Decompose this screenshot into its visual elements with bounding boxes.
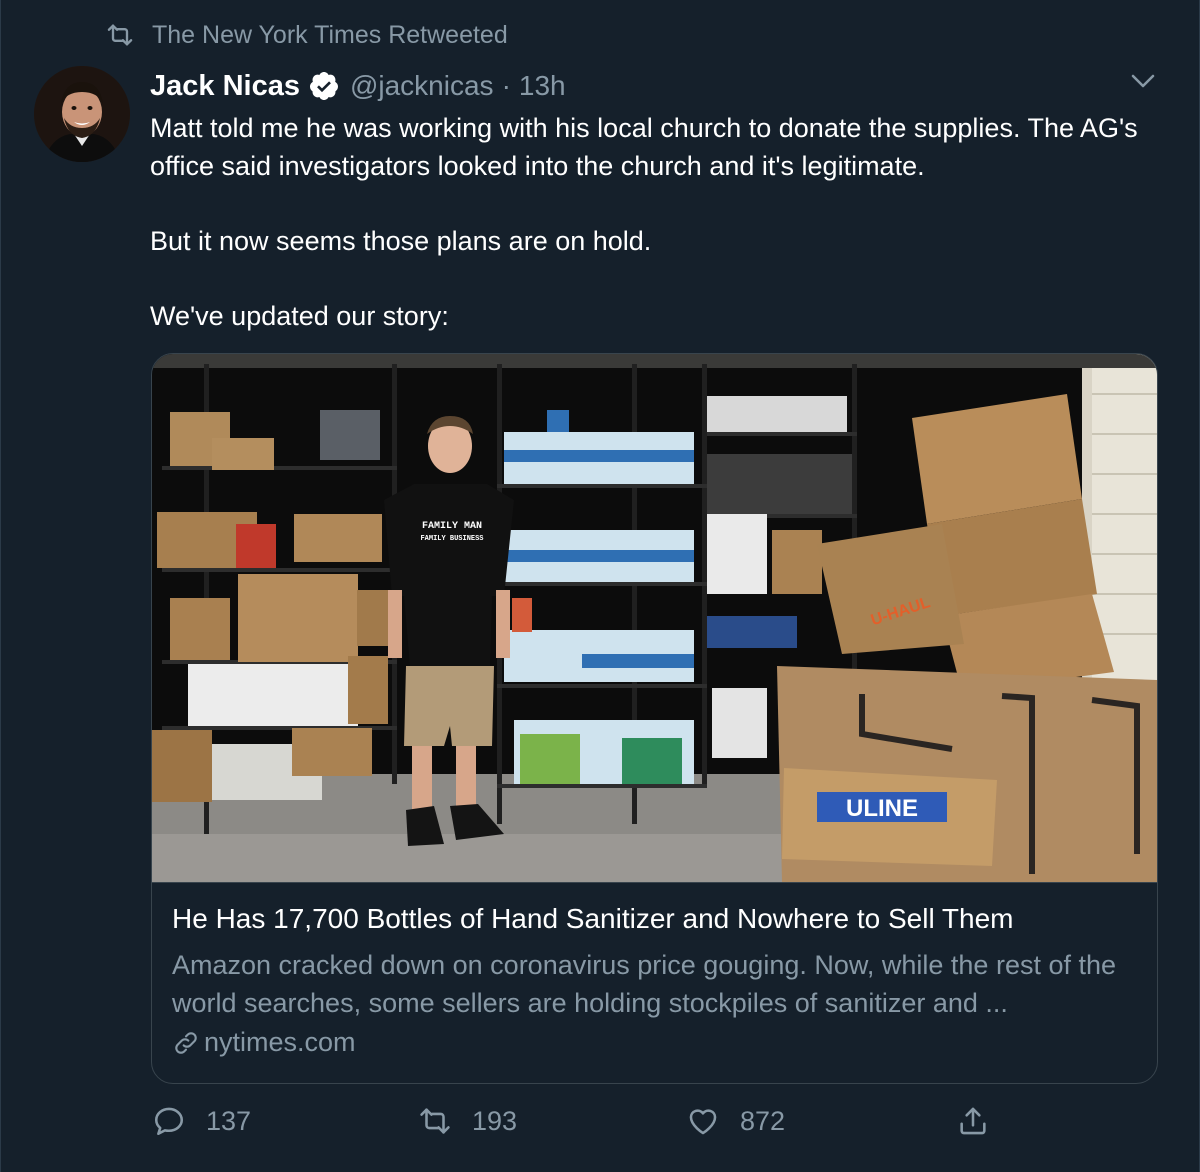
tweet-paragraph: Matt told me he was working with his loc… <box>150 113 1138 181</box>
chevron-down-icon[interactable] <box>1128 66 1158 96</box>
avatar-image <box>34 66 130 162</box>
uline-label: ULINE <box>846 795 918 822</box>
author-handle[interactable]: @jacknicas <box>350 70 494 102</box>
shirt-text-line2: FAMILY BUSINESS <box>420 535 483 543</box>
tweet-text: Matt told me he was working with his loc… <box>150 109 1160 335</box>
like-count: 872 <box>740 1105 786 1136</box>
author-name[interactable]: Jack Nicas <box>150 70 300 103</box>
verified-badge-icon <box>309 72 338 100</box>
retweet-count: 193 <box>472 1105 518 1136</box>
card-image[interactable]: ULINE U-HAUL FAMILY MAN FAMILY BUSINESS <box>152 354 1157 882</box>
tweet-paragraph: We've updated our story: <box>150 301 449 331</box>
card-domain[interactable]: nytimes.com <box>172 1027 356 1058</box>
reply-count: 137 <box>206 1105 252 1136</box>
reply-icon <box>154 1107 184 1136</box>
retweet-context[interactable]: The New York Times Retweeted <box>106 20 508 50</box>
card-description: Amazon cracked down on coronavirus price… <box>172 950 1117 1018</box>
share-button[interactable] <box>956 1104 1010 1138</box>
like-button[interactable]: 872 <box>686 1104 785 1138</box>
action-bar: 137 193 872 <box>0 1104 1200 1144</box>
garage-photo: ULINE U-HAUL FAMILY MAN FAMILY BUSINESS <box>152 354 1157 882</box>
retweet-button[interactable]: 193 <box>418 1104 517 1138</box>
link-card[interactable]: ULINE U-HAUL FAMILY MAN FAMILY BUSINESS … <box>151 353 1158 1084</box>
card-title[interactable]: He Has 17,700 Bottles of Hand Sanitizer … <box>172 903 1014 935</box>
reply-button[interactable]: 137 <box>152 1104 251 1138</box>
retweet-icon <box>420 1108 450 1134</box>
shirt-text-line1: FAMILY MAN <box>422 521 482 532</box>
time-separator: · <box>501 70 511 101</box>
tweet-paragraph: But it now seems those plans are on hold… <box>150 226 652 256</box>
card-divider <box>152 882 1157 883</box>
tweet-header: Jack Nicas @jacknicas · 13h <box>150 66 566 106</box>
link-icon <box>175 1031 197 1054</box>
avatar[interactable] <box>34 66 130 162</box>
retweet-context-text: The New York Times Retweeted <box>152 20 508 49</box>
card-domain-text: nytimes.com <box>204 1027 356 1057</box>
tweet-timestamp[interactable]: 13h <box>519 70 566 102</box>
left-border <box>0 0 1 1172</box>
share-icon <box>960 1107 986 1135</box>
retweet-icon <box>107 24 133 46</box>
heart-icon <box>689 1109 717 1135</box>
